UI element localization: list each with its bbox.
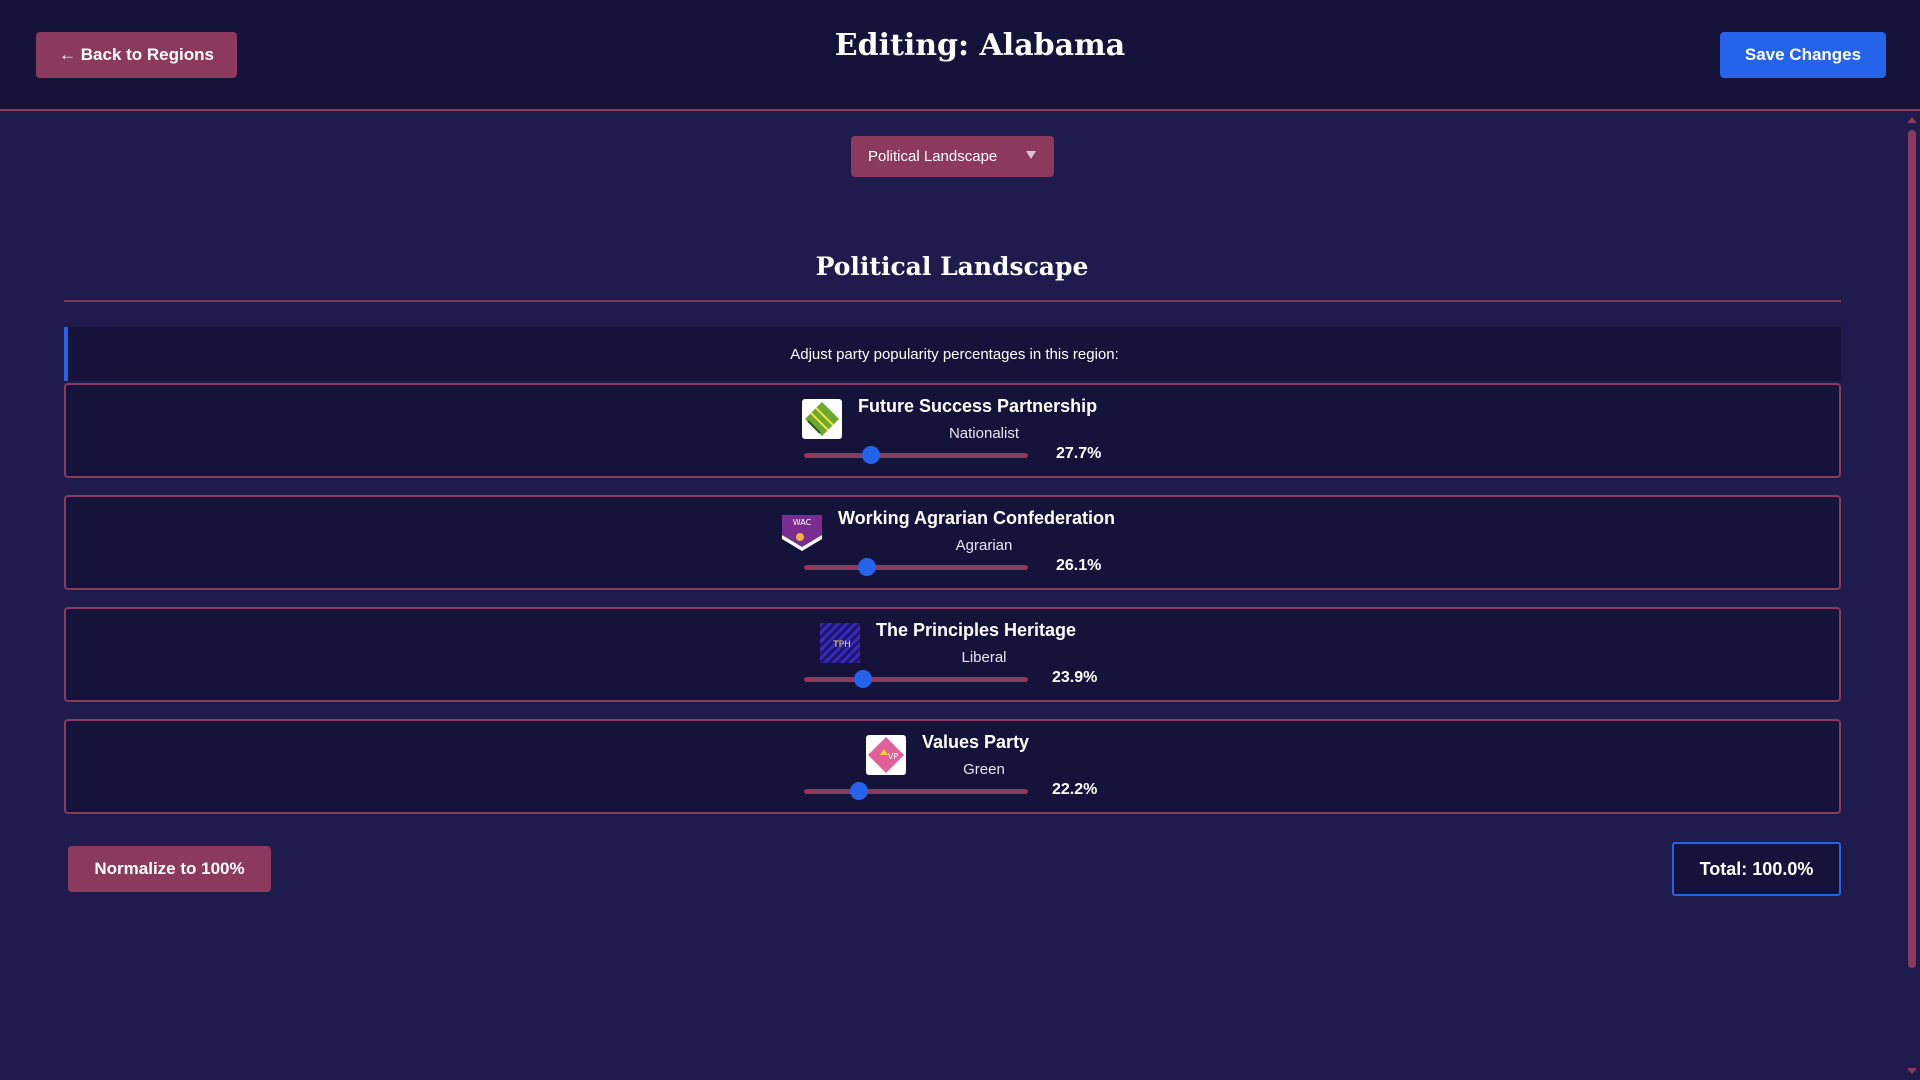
popularity-slider-thumb[interactable] [850,782,868,800]
party-percent: 22.2% [1052,781,1098,798]
party-percent: 26.1% [1056,557,1102,574]
party-percent: 23.9% [1052,669,1098,686]
section-heading: Political Landscape [815,252,1089,281]
save-changes-button[interactable]: Save Changes [1720,32,1886,78]
svg-text:WAC: WAC [793,518,812,527]
scrollbar-thumb[interactable] [1908,130,1916,968]
top-bar: ← Back to Regions Editing: Alabama Save … [0,0,1920,111]
section-dropdown-value: Political Landscape [868,148,998,165]
popularity-slider-track[interactable] [804,565,1028,570]
green-diamond-flag-icon [802,399,842,439]
party-ideology: Green [963,761,1005,778]
party-card: TPH The Principles Heritage Liberal 23.9… [64,607,1841,702]
party-percent: 27.7% [1056,445,1102,462]
svg-text:VP: VP [888,752,898,761]
party-card: WAC Working Agrarian Confederation Agrar… [64,495,1841,590]
popularity-slider-track[interactable] [804,453,1028,458]
section-divider [64,300,1841,302]
scroll-down-arrow-icon[interactable] [1907,1068,1917,1074]
instructions-text: Adjust party popularity percentages in t… [790,345,1119,363]
party-ideology: Agrarian [955,537,1013,554]
page-title: Editing: Alabama [834,28,1126,63]
party-card: VP Values Party Green 22.2% [64,719,1841,814]
back-to-regions-button[interactable]: ← Back to Regions [36,32,237,78]
scroll-up-arrow-icon[interactable] [1907,117,1917,123]
party-name: Values Party [922,732,1030,752]
party-card: Future Success Partnership Nationalist 2… [64,383,1841,478]
party-name: The Principles Heritage [876,620,1077,640]
blue-striped-flag-icon: TPH [820,623,860,663]
instructions-banner: Adjust party popularity percentages in t… [64,327,1841,381]
section-dropdown[interactable]: Political Landscape [851,136,1054,177]
party-name: Future Success Partnership [858,396,1098,416]
popularity-slider-thumb[interactable] [854,670,872,688]
popularity-slider-track[interactable] [804,789,1028,794]
normalize-button[interactable]: Normalize to 100% [68,846,271,892]
party-ideology: Nationalist [948,425,1020,442]
total-display: Total: 100.0% [1672,842,1841,896]
purple-shield-flag-icon: WAC [782,515,822,551]
party-name: Working Agrarian Confederation [838,508,1116,528]
popularity-slider-thumb[interactable] [858,558,876,576]
svg-text:TPH: TPH [832,640,851,650]
party-ideology: Liberal [961,649,1007,666]
popularity-slider-thumb[interactable] [862,446,880,464]
popularity-slider-track[interactable] [804,677,1028,682]
chevron-down-icon [1026,151,1036,159]
